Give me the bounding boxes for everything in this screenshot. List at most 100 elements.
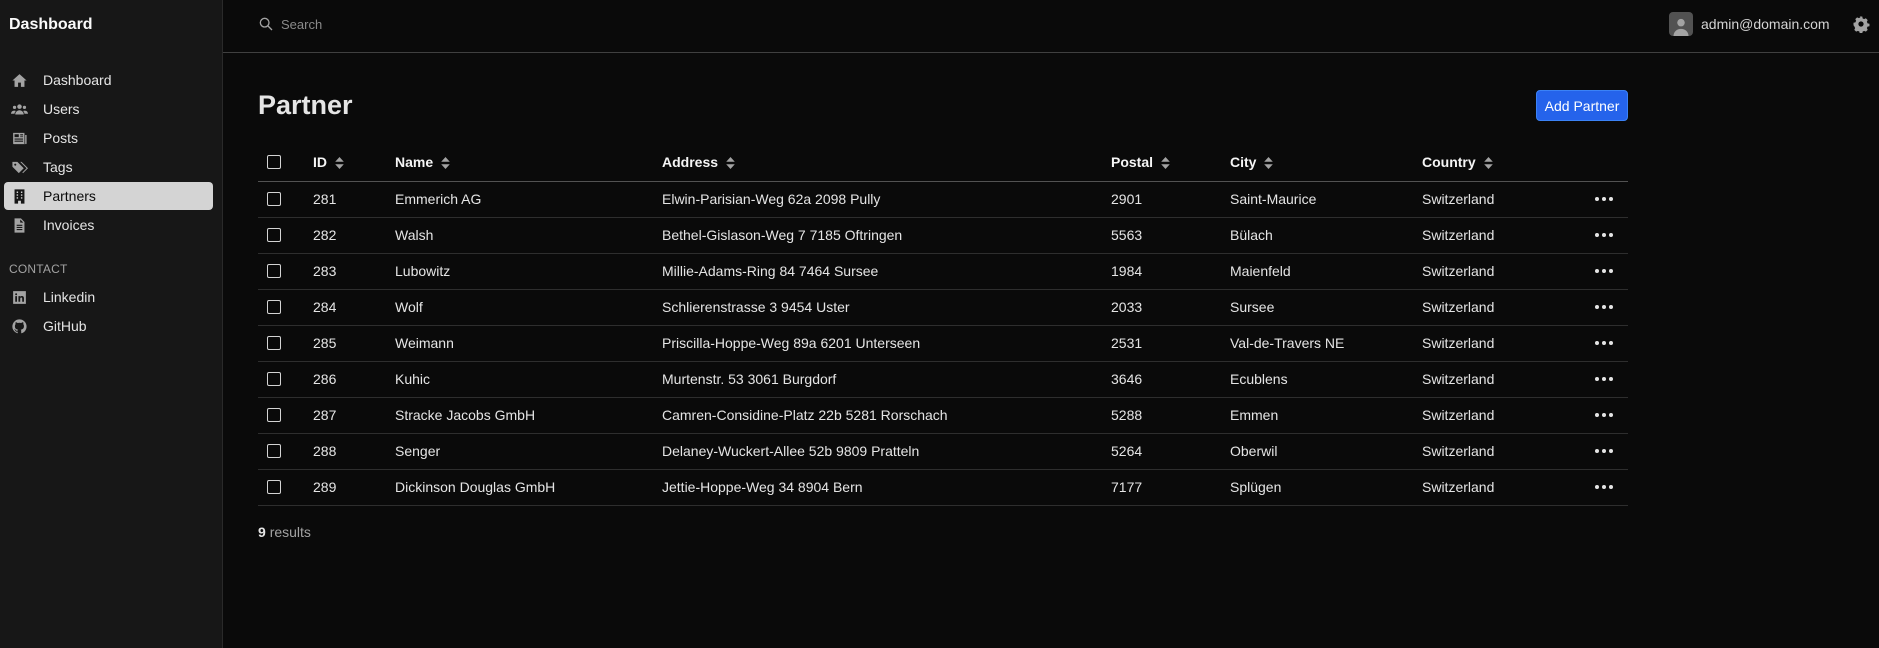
more-options-icon[interactable] xyxy=(1582,197,1628,201)
sidebar-item-tags[interactable]: Tags xyxy=(4,153,213,181)
sidebar-item-label: Tags xyxy=(43,159,73,175)
cell-postal: 2531 xyxy=(1111,335,1143,351)
sidebar-item-dashboard[interactable]: Dashboard xyxy=(4,66,213,94)
table-row[interactable]: 281 Emmerich AG Elwin-Parisian-Weg 62a 2… xyxy=(258,181,1628,217)
more-options-icon[interactable] xyxy=(1582,305,1628,309)
sidebar-item-posts[interactable]: Posts xyxy=(4,124,213,152)
sidebar-item-partners[interactable]: Partners xyxy=(4,182,213,210)
cell-postal: 5563 xyxy=(1111,227,1143,243)
table-row[interactable]: 285 Weimann Priscilla-Hoppe-Weg 89a 6201… xyxy=(258,325,1628,361)
cell-country: Switzerland xyxy=(1422,407,1495,423)
sort-icon[interactable] xyxy=(335,157,344,170)
table-row[interactable]: 287 Stracke Jacobs GmbH Camren-Considine… xyxy=(258,397,1628,433)
gear-icon[interactable] xyxy=(1852,15,1870,34)
cell-address: Camren-Considine-Platz 22b 5281 Rorschac… xyxy=(662,407,948,423)
row-checkbox[interactable] xyxy=(267,192,281,206)
table-row[interactable]: 284 Wolf Schlierenstrasse 3 9454 Uster 2… xyxy=(258,289,1628,325)
avatar[interactable] xyxy=(1669,12,1693,36)
more-options-icon[interactable] xyxy=(1582,485,1628,489)
more-options-icon[interactable] xyxy=(1582,449,1628,453)
cell-name: Stracke Jacobs GmbH xyxy=(395,407,536,423)
cell-city: Maienfeld xyxy=(1230,263,1291,279)
cell-name: Weimann xyxy=(395,335,454,351)
sort-icon[interactable] xyxy=(1161,157,1170,170)
row-checkbox[interactable] xyxy=(267,444,281,458)
row-checkbox[interactable] xyxy=(267,264,281,278)
sidebar-nav: Dashboard Users Posts Tags Partners Invo… xyxy=(4,66,213,240)
cell-id: 289 xyxy=(313,479,337,495)
sidebar-item-label: Dashboard xyxy=(43,72,112,88)
sidebar-item-label: GitHub xyxy=(43,318,87,334)
row-checkbox[interactable] xyxy=(267,228,281,242)
cell-country: Switzerland xyxy=(1422,443,1495,459)
column-header-name[interactable]: Name xyxy=(395,143,662,181)
cell-id: 287 xyxy=(313,407,337,423)
cell-name: Lubowitz xyxy=(395,263,451,279)
sidebar-item-label: Users xyxy=(43,101,80,117)
sort-icon[interactable] xyxy=(1483,157,1493,170)
search-input[interactable] xyxy=(281,12,581,36)
cell-id: 282 xyxy=(313,227,337,243)
add-partner-button[interactable]: Add Partner xyxy=(1536,90,1628,121)
cell-id: 285 xyxy=(313,335,337,351)
table-row[interactable]: 282 Walsh Bethel-Gislason-Weg 7 7185 Oft… xyxy=(258,217,1628,253)
select-all-checkbox[interactable] xyxy=(267,154,281,169)
contact-section-label: CONTACT xyxy=(9,262,68,276)
column-header-id[interactable]: ID xyxy=(313,143,395,181)
row-checkbox[interactable] xyxy=(267,480,281,494)
cell-address: Millie-Adams-Ring 84 7464 Sursee xyxy=(662,263,879,279)
cell-id: 284 xyxy=(313,299,337,315)
row-checkbox[interactable] xyxy=(267,372,281,386)
table-row[interactable]: 289 Dickinson Douglas GmbH Jettie-Hoppe-… xyxy=(258,469,1628,505)
cell-country: Switzerland xyxy=(1422,479,1495,495)
sidebar-item-github[interactable]: GitHub xyxy=(4,312,213,340)
user-email[interactable]: admin@domain.com xyxy=(1701,16,1830,32)
more-options-icon[interactable] xyxy=(1582,269,1628,273)
table-row[interactable]: 286 Kuhic Murtenstr. 53 3061 Burgdorf 36… xyxy=(258,361,1628,397)
cell-postal: 2033 xyxy=(1111,299,1143,315)
row-checkbox[interactable] xyxy=(267,336,281,350)
cell-postal: 1984 xyxy=(1111,263,1143,279)
home-icon xyxy=(10,71,28,89)
column-header-address[interactable]: Address xyxy=(662,143,1111,181)
row-checkbox[interactable] xyxy=(267,408,281,422)
cell-postal: 3646 xyxy=(1111,371,1143,387)
row-checkbox[interactable] xyxy=(267,300,281,314)
sidebar-item-label: Partners xyxy=(43,188,96,204)
table-row[interactable]: 288 Senger Delaney-Wuckert-Allee 52b 980… xyxy=(258,433,1628,469)
cell-city: Sursee xyxy=(1230,299,1275,315)
sidebar-item-users[interactable]: Users xyxy=(4,95,213,123)
sidebar-item-invoices[interactable]: Invoices xyxy=(4,211,213,239)
newspaper-icon xyxy=(10,129,28,147)
cell-city: Val-de-Travers NE xyxy=(1230,335,1345,351)
more-options-icon[interactable] xyxy=(1582,341,1628,345)
cell-name: Dickinson Douglas GmbH xyxy=(395,479,556,495)
cell-country: Switzerland xyxy=(1422,263,1495,279)
partners-table: ID Name Address Postal City Country 281 … xyxy=(258,143,1628,506)
sort-icon[interactable] xyxy=(726,157,735,170)
cell-address: Jettie-Hoppe-Weg 34 8904 Bern xyxy=(662,479,863,495)
brand-title: Dashboard xyxy=(9,16,93,33)
table-header-row: ID Name Address Postal City Country xyxy=(258,143,1628,181)
cell-postal: 7177 xyxy=(1111,479,1143,495)
contact-nav: Linkedin GitHub xyxy=(4,283,213,341)
sort-icon[interactable] xyxy=(441,157,450,170)
cell-country: Switzerland xyxy=(1422,299,1495,315)
more-options-icon[interactable] xyxy=(1582,233,1628,237)
cell-postal: 5264 xyxy=(1111,443,1143,459)
column-header-country[interactable]: Country xyxy=(1422,143,1582,181)
cell-id: 288 xyxy=(313,443,337,459)
more-options-icon[interactable] xyxy=(1582,377,1628,381)
sort-icon[interactable] xyxy=(1264,157,1274,170)
table-row[interactable]: 283 Lubowitz Millie-Adams-Ring 84 7464 S… xyxy=(258,253,1628,289)
cell-id: 286 xyxy=(313,371,337,387)
cell-country: Switzerland xyxy=(1422,335,1495,351)
tags-icon xyxy=(10,158,28,176)
column-header-city[interactable]: City xyxy=(1230,143,1422,181)
more-options-icon[interactable] xyxy=(1582,413,1628,417)
column-header-postal[interactable]: Postal xyxy=(1111,143,1230,181)
sidebar-item-linkedin[interactable]: Linkedin xyxy=(4,283,213,311)
results-count: 9 results xyxy=(258,524,311,540)
cell-city: Bülach xyxy=(1230,227,1273,243)
cell-city: Emmen xyxy=(1230,407,1279,423)
